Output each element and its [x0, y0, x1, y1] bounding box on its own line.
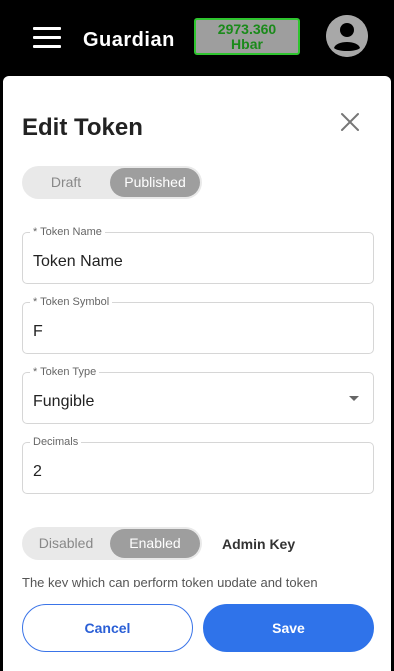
dialog-footer: Cancel Save	[3, 587, 391, 671]
token-symbol-label: * Token Symbol	[30, 296, 113, 309]
token-type-label: * Token Type	[30, 366, 100, 379]
hamburger-menu-icon[interactable]	[33, 27, 61, 49]
account-circle-icon[interactable]	[326, 15, 368, 57]
cancel-button[interactable]: Cancel	[22, 604, 193, 652]
balance-badge: 2973.360 Hbar	[194, 18, 300, 55]
token-name-field[interactable]: * Token Name Token Name	[22, 226, 374, 284]
token-name-label: * Token Name	[30, 226, 105, 239]
admin-key-toggle: Disabled Enabled	[22, 527, 202, 560]
decimals-input[interactable]: 2	[33, 463, 42, 481]
toggle-option-published[interactable]: Published	[110, 168, 200, 197]
close-icon[interactable]	[340, 112, 360, 132]
token-name-input[interactable]: Token Name	[33, 253, 123, 271]
dialog-title: Edit Token	[22, 114, 143, 141]
decimals-label: Decimals	[30, 436, 82, 449]
token-symbol-input[interactable]: F	[33, 323, 43, 341]
balance-amount: 2973.360	[217, 21, 277, 37]
app-title: Guardian	[83, 29, 175, 51]
token-type-select[interactable]: * Token Type Fungible	[22, 366, 374, 424]
balance-unit: Hbar	[231, 36, 263, 52]
token-symbol-field[interactable]: * Token Symbol F	[22, 296, 374, 354]
chevron-down-icon[interactable]	[349, 396, 359, 401]
admin-key-label: Admin Key	[222, 536, 296, 552]
save-button[interactable]: Save	[203, 604, 374, 652]
draft-published-toggle: Draft Published	[22, 166, 202, 199]
toggle-option-disabled[interactable]: Disabled	[24, 529, 108, 558]
token-type-value[interactable]: Fungible	[33, 393, 94, 411]
edit-token-dialog: Edit Token Draft Published * Token Name …	[3, 76, 391, 671]
top-app-bar: Guardian 2973.360 Hbar	[0, 0, 394, 76]
toggle-option-draft[interactable]: Draft	[24, 168, 108, 197]
decimals-field[interactable]: Decimals 2	[22, 436, 374, 494]
toggle-option-enabled[interactable]: Enabled	[110, 529, 200, 558]
